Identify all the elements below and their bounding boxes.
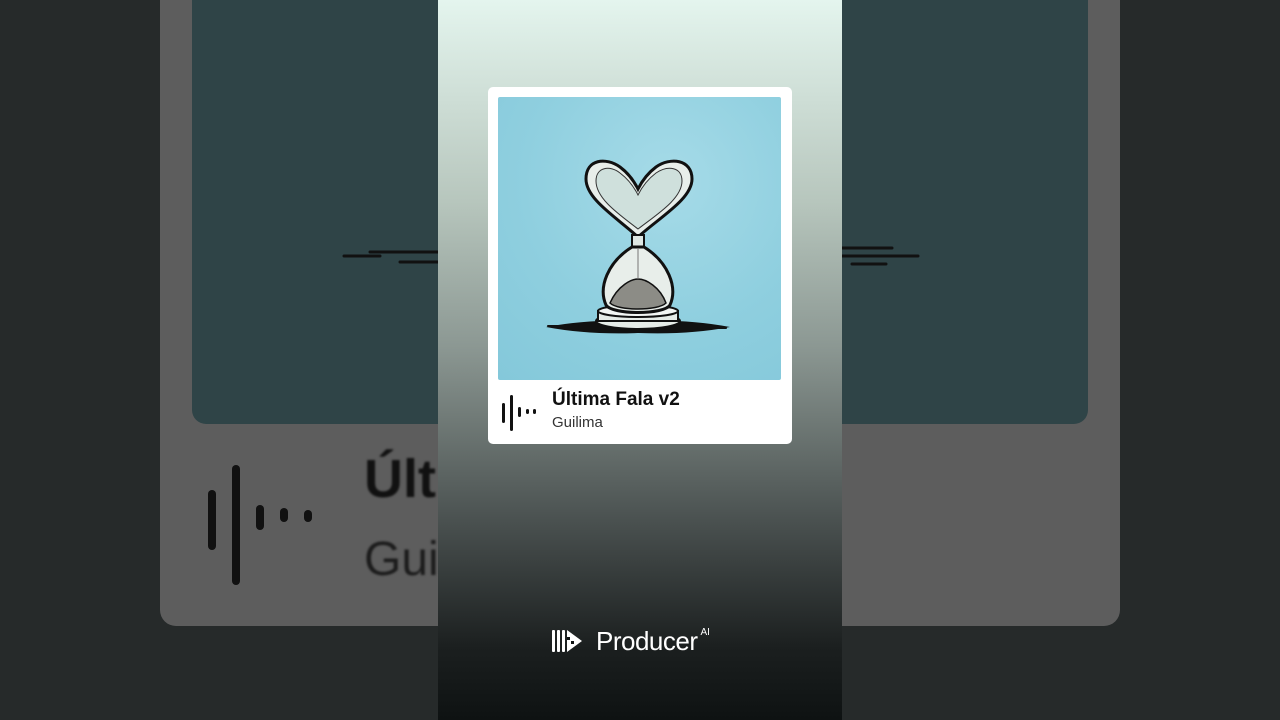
background-title: Últ xyxy=(364,449,436,509)
brand-suffix: AI xyxy=(700,626,710,638)
producer-logo-icon xyxy=(552,630,582,652)
brand-watermark: Producer AI xyxy=(552,624,710,658)
song-artwork xyxy=(498,97,781,380)
brand-name: Producer xyxy=(596,625,698,656)
background-waveform-icon xyxy=(208,465,312,585)
video-frame: Última Fala v2 Guilima Producer AI xyxy=(438,0,842,720)
background-ink-right xyxy=(842,246,920,266)
song-title: Última Fala v2 xyxy=(552,389,680,410)
song-artist: Guilima xyxy=(552,414,603,431)
background-ink-left xyxy=(342,250,440,264)
background-artist: Gui xyxy=(364,533,439,586)
waveform-icon xyxy=(502,395,536,431)
song-card[interactable]: Última Fala v2 Guilima xyxy=(488,87,792,444)
heart-hourglass-artwork xyxy=(546,159,730,334)
